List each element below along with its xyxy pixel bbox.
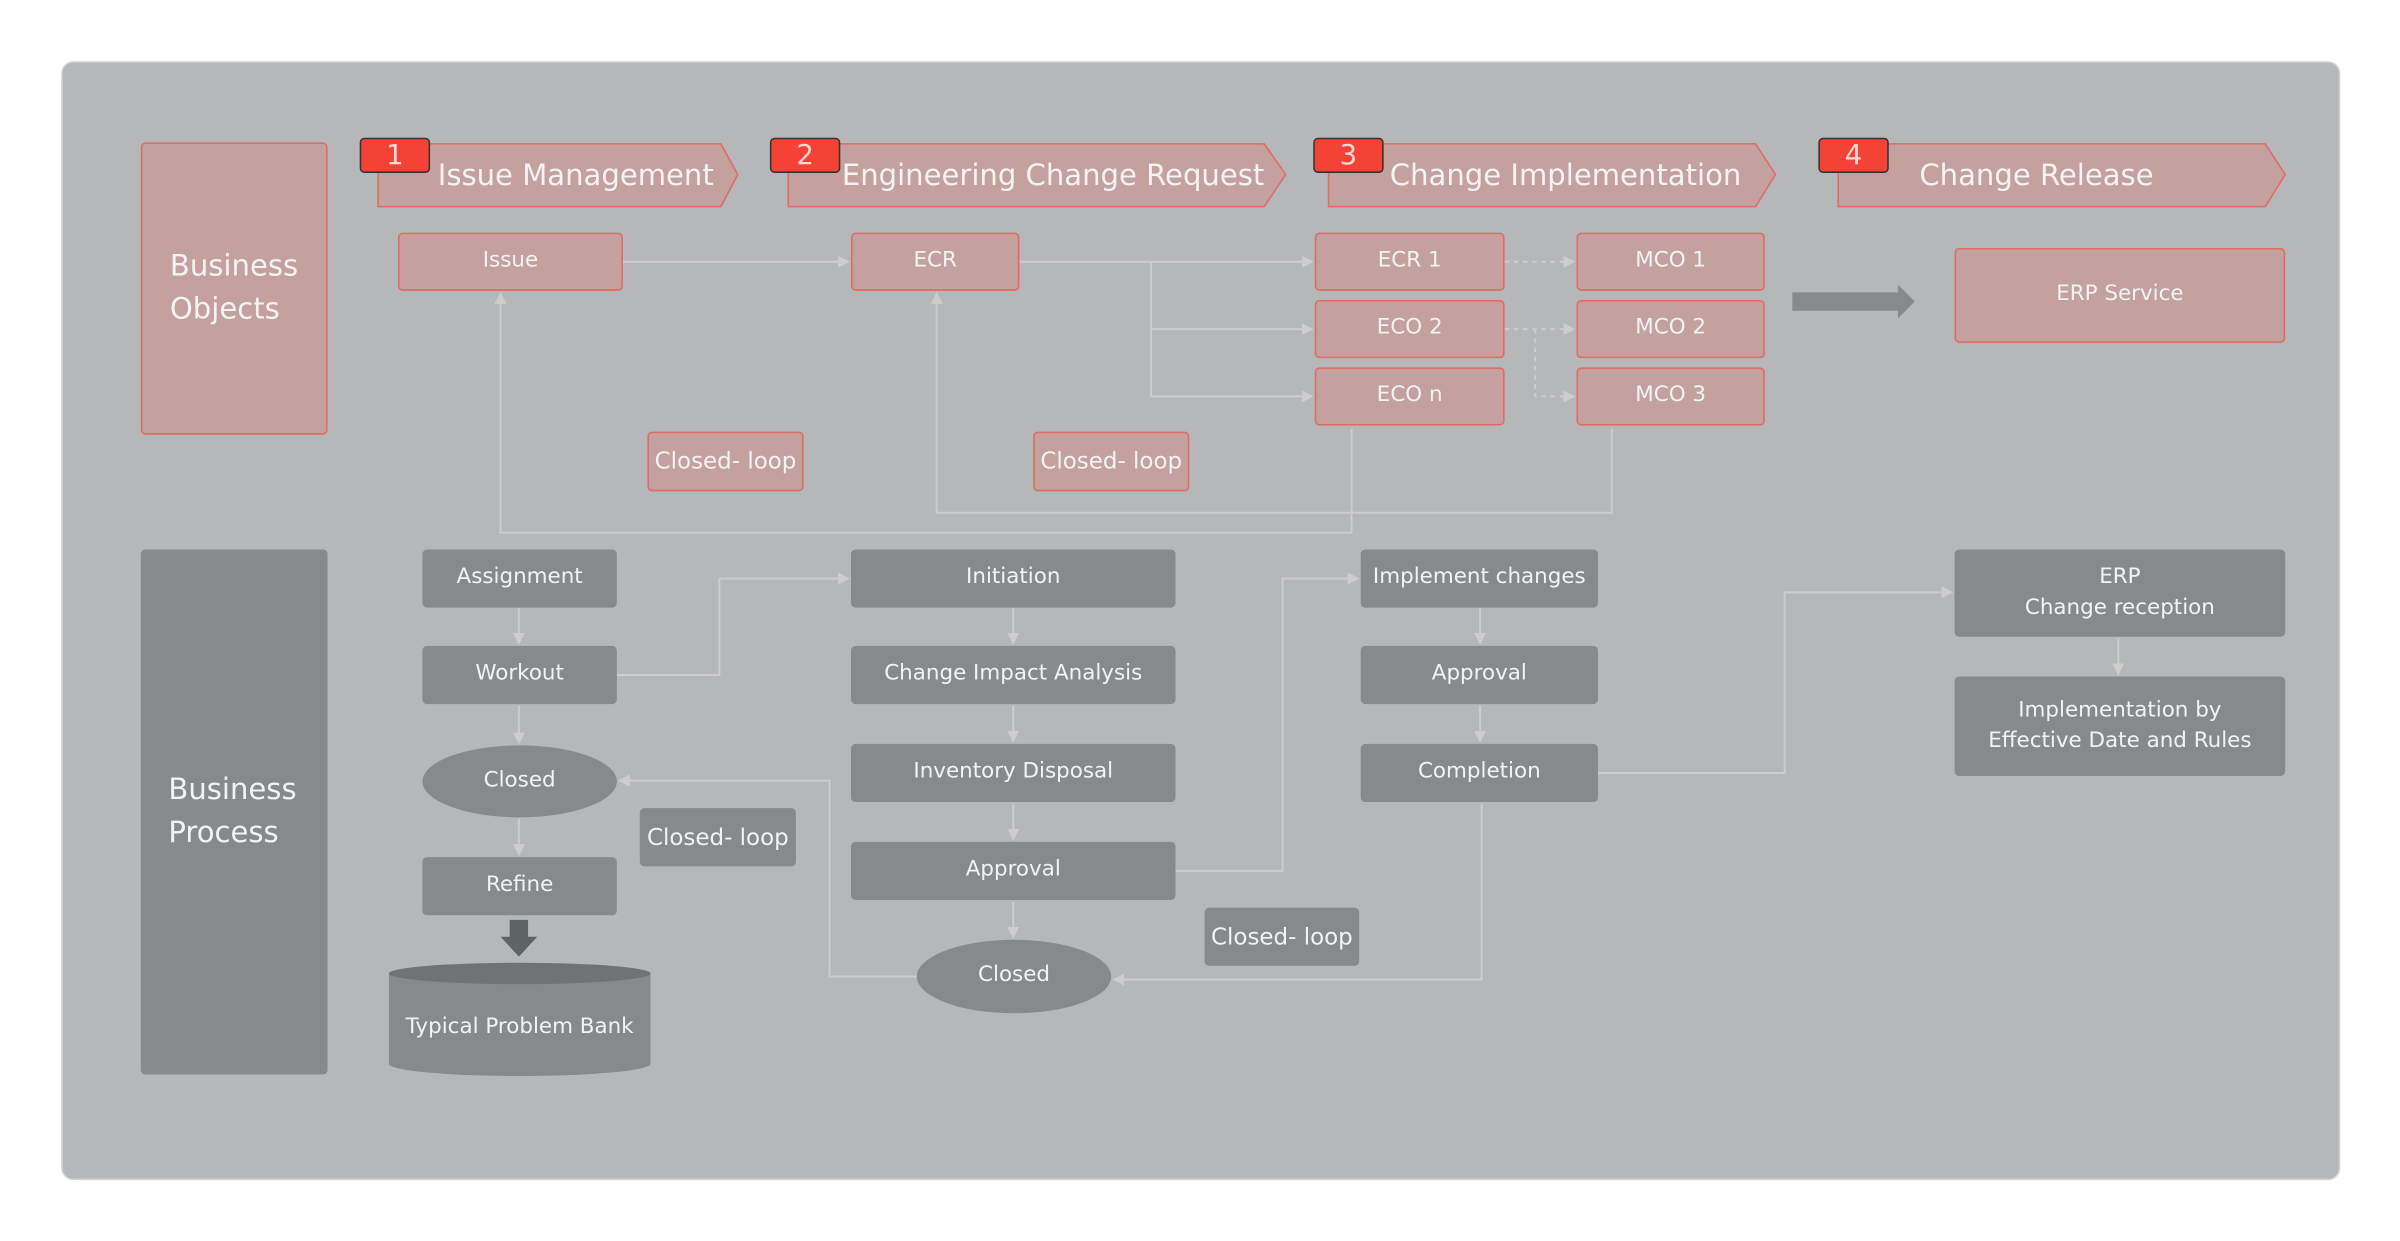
row-label-business-objects: Business Objects: [140, 142, 328, 435]
closed-loop-label: Closed- loop: [1033, 431, 1190, 492]
stage-badge-1: 1: [359, 137, 431, 173]
object-issue: Issue: [397, 232, 623, 291]
typical-problem-bank-database: Typical Problem Bank: [388, 961, 651, 1077]
process-erp-change-reception: ERP Change reception: [1954, 549, 2286, 637]
process-completion: Completion: [1360, 743, 1598, 803]
stage-engineering-change-request: Engineering Change Request: [787, 142, 1288, 208]
object-ecr-1: ECR 1: [1314, 232, 1505, 291]
closed-loop-label: Closed- loop: [639, 808, 796, 867]
object-eco-n: ECO n: [1314, 367, 1505, 426]
stage-badge-4: 4: [1818, 137, 1889, 173]
object-mco-2: MCO 2: [1576, 299, 1765, 359]
process-approval: Approval: [851, 841, 1176, 900]
object-eco-2: ECO 2: [1314, 299, 1505, 359]
process-approval: Approval: [1360, 645, 1598, 705]
down-arrow-icon: [500, 919, 538, 957]
process-refine: Refine: [422, 857, 617, 916]
stage-title: Engineering Change Request: [841, 158, 1265, 193]
process-closed: Closed: [422, 745, 617, 818]
big-arrow-icon: [1792, 284, 1915, 319]
object-ecr: ECR: [851, 232, 1020, 291]
stage-title: Issue Management: [437, 158, 714, 193]
stage-change-release: Change Release: [1837, 142, 2287, 208]
process-workout: Workout: [422, 645, 617, 705]
row-label-business-process: Business Process: [140, 549, 328, 1075]
stage-issue-management: Issue Management: [377, 142, 740, 208]
closed-loop-label: Closed- loop: [647, 431, 804, 492]
process-closed: Closed: [916, 939, 1112, 1014]
object-mco-1: MCO 1: [1576, 232, 1765, 291]
process-initiation: Initiation: [851, 549, 1176, 608]
closed-loop-label: Closed- loop: [1204, 907, 1360, 966]
process-implement-changes: Implement changes: [1360, 549, 1598, 608]
stage-title: Change Implementation: [1389, 158, 1742, 193]
object-mco-3: MCO 3: [1576, 367, 1765, 426]
stage-badge-2: 2: [769, 137, 841, 173]
process-inventory-disposal: Inventory Disposal: [851, 743, 1176, 803]
process-assignment: Assignment: [422, 549, 617, 608]
database-label: Typical Problem Bank: [405, 1015, 634, 1040]
stage-badge-3: 3: [1313, 137, 1384, 173]
object-erp-service: ERP Service: [1954, 247, 2286, 343]
stage-change-implementation: Change Implementation: [1327, 142, 1777, 208]
process-change-impact-analysis: Change Impact Analysis: [851, 645, 1176, 705]
process-implementation-by-effective-date: Implementation by Effective Date and Rul…: [1954, 676, 2286, 777]
stage-title: Change Release: [1919, 158, 2154, 193]
